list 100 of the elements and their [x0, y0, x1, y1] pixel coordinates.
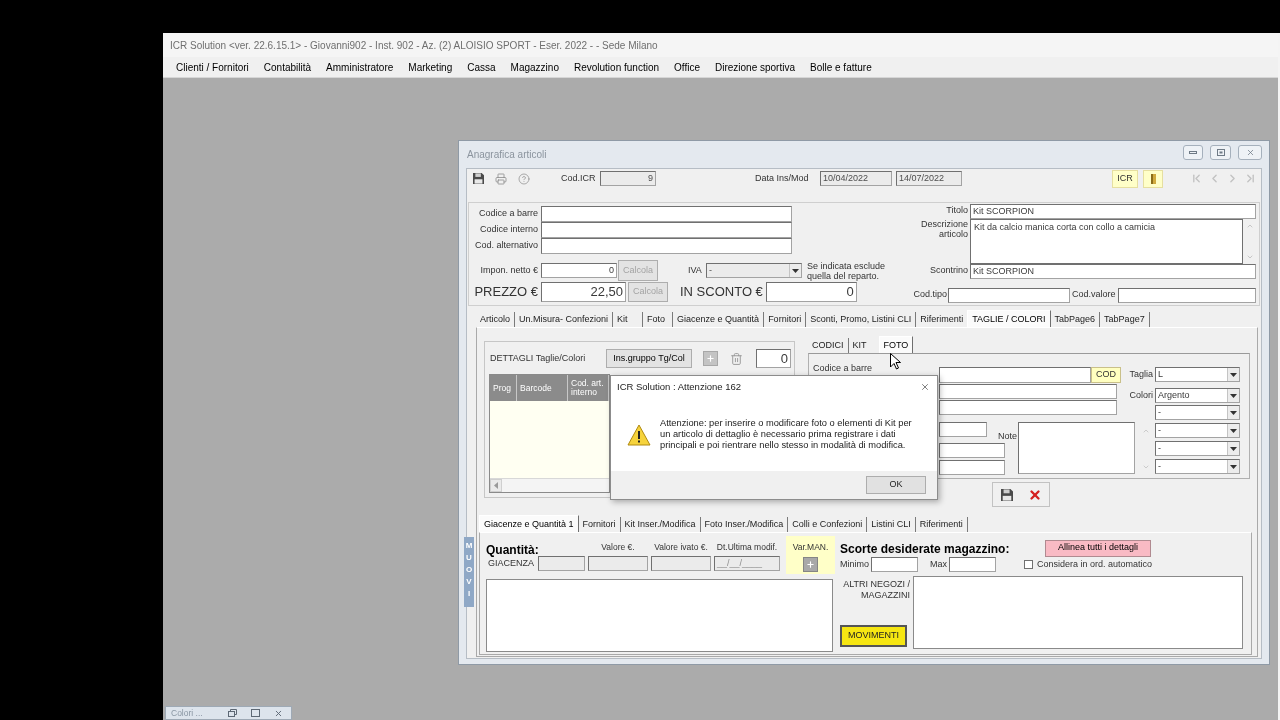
icr-button[interactable]: ICR: [1112, 169, 1138, 188]
title-field[interactable]: Kit SCORPION: [970, 204, 1256, 219]
column-label: Valore ivato €.: [654, 541, 708, 554]
plus-icon: [806, 559, 815, 569]
menu-item[interactable]: Bolle e fatture: [806, 58, 876, 76]
color-select[interactable]: -: [1155, 423, 1240, 438]
count-field[interactable]: 0: [756, 349, 791, 368]
menu-item[interactable]: Contabilità: [259, 58, 316, 76]
menu-item[interactable]: Direzione sportiva: [710, 58, 799, 76]
trash-icon[interactable]: [730, 351, 743, 366]
align-button[interactable]: Allinea tutti i dettagli: [1045, 539, 1151, 557]
book-button[interactable]: [1143, 169, 1163, 188]
stores-list[interactable]: [913, 576, 1243, 649]
description-field[interactable]: Kit da calcio manica corta con collo a camicia: [970, 219, 1243, 264]
menu-item[interactable]: Revolution function: [569, 58, 663, 76]
column-header: Barcode: [517, 375, 568, 401]
menu-item[interactable]: Marketing: [404, 58, 457, 76]
plus-icon: [706, 354, 715, 363]
field-label: Scontrino: [929, 264, 968, 277]
field-label: Cod. alternativo: [474, 239, 538, 253]
code-field[interactable]: [541, 222, 792, 238]
size-select[interactable]: L: [1155, 367, 1240, 382]
close-icon[interactable]: [274, 708, 283, 718]
caret-left-icon[interactable]: [494, 482, 498, 489]
caret-icon: [1230, 393, 1237, 398]
close-icon[interactable]: [920, 382, 930, 392]
caret-icon: [1230, 428, 1237, 433]
type-code-field[interactable]: [948, 288, 1070, 303]
tab[interactable]: Colli e Confezioni: [788, 517, 868, 532]
column-header: Prog: [490, 375, 517, 401]
column-label: Dt.Ultima modif.: [716, 541, 778, 554]
maximize-icon: [1216, 149, 1225, 156]
delete-icon[interactable]: [1027, 487, 1042, 502]
tab[interactable]: Riferimenti: [916, 312, 968, 327]
restore-icon[interactable]: [228, 709, 237, 717]
maximize-button[interactable]: [1210, 145, 1231, 160]
color-select[interactable]: -: [1155, 441, 1240, 456]
stock-field[interactable]: [588, 556, 648, 571]
stock-list[interactable]: [486, 579, 833, 652]
add-button[interactable]: [803, 556, 818, 572]
text-field[interactable]: [939, 460, 1005, 475]
field-label: GIACENZA: [488, 557, 534, 570]
text-field[interactable]: [939, 384, 1117, 399]
menu-item[interactable]: Clienti / Fornitori: [172, 58, 253, 76]
caret-icon: [1230, 464, 1237, 469]
text-field[interactable]: [939, 422, 987, 437]
code-field[interactable]: [541, 238, 792, 254]
text-field[interactable]: [939, 443, 1005, 458]
tab[interactable]: Riferimenti: [915, 517, 968, 532]
maximize-icon[interactable]: [251, 709, 260, 717]
dialog-title: ICR Solution : Attenzione 162: [617, 379, 742, 394]
tab[interactable]: Foto Inser./Modifica: [700, 517, 789, 532]
tab[interactable]: Kit Inser./Modifica: [620, 517, 701, 532]
note-field[interactable]: [1018, 422, 1135, 474]
tab[interactable]: Fornitori: [578, 517, 621, 532]
stock-field[interactable]: [651, 556, 711, 571]
maximum-field[interactable]: [949, 557, 996, 572]
color-select[interactable]: Argento: [1155, 388, 1240, 403]
add-button[interactable]: [703, 351, 718, 366]
save-icon[interactable]: [1000, 488, 1013, 501]
menu-item[interactable]: Office: [670, 58, 704, 76]
color-select[interactable]: -: [1155, 459, 1240, 474]
field-label: Minimo: [840, 557, 869, 571]
printer-icon[interactable]: [495, 172, 507, 185]
field-label: Descrizione articolo: [919, 219, 968, 239]
tab[interactable]: FOTO: [878, 336, 914, 353]
price-field[interactable]: 22,50: [541, 281, 626, 302]
save-icon[interactable]: [473, 173, 484, 184]
tab[interactable]: Giacenze e Quantità 1: [479, 515, 579, 532]
minimize-icon: [1189, 151, 1197, 154]
discount-field[interactable]: 0: [765, 281, 857, 302]
checkbox[interactable]: [1024, 560, 1033, 569]
tab[interactable]: CODICI: [808, 338, 849, 353]
ok-button[interactable]: OK: [866, 476, 926, 494]
minimum-field[interactable]: [871, 557, 918, 572]
details-title: DETTAGLI Taglie/Colori: [490, 351, 586, 365]
color-select[interactable]: -: [1155, 405, 1240, 420]
tab[interactable]: Listini CLI: [867, 517, 916, 532]
receipt-field[interactable]: Kit SCORPION: [970, 264, 1256, 279]
menu-item[interactable]: Amministratore: [322, 58, 398, 76]
close-icon: [1245, 148, 1255, 157]
window-title: Anagrafica articoli: [467, 148, 547, 162]
tab[interactable]: KIT: [848, 338, 879, 353]
insert-group-button[interactable]: Ins.gruppo Tg/Col: [606, 349, 692, 368]
menu-item[interactable]: Magazzino: [506, 58, 563, 76]
close-button[interactable]: [1238, 145, 1262, 160]
barcode-field[interactable]: [939, 367, 1091, 383]
field-label: Codice a barre: [478, 207, 538, 221]
stock-field[interactable]: [538, 556, 585, 571]
tab[interactable]: TAGLIE / COLORI: [967, 310, 1051, 327]
cod-button[interactable]: COD: [1091, 367, 1121, 383]
text-field[interactable]: [939, 400, 1117, 415]
minimize-button[interactable]: [1183, 145, 1203, 160]
menu-item[interactable]: Cassa: [463, 58, 500, 76]
net-price-field[interactable]: 0: [541, 263, 617, 278]
code-field[interactable]: [541, 206, 792, 222]
movements-button[interactable]: MOVIMENTI: [840, 625, 907, 647]
quantity-title: Quantità:: [486, 543, 539, 557]
field-label: Codice interno: [479, 223, 538, 237]
type-value-field[interactable]: [1118, 288, 1256, 303]
